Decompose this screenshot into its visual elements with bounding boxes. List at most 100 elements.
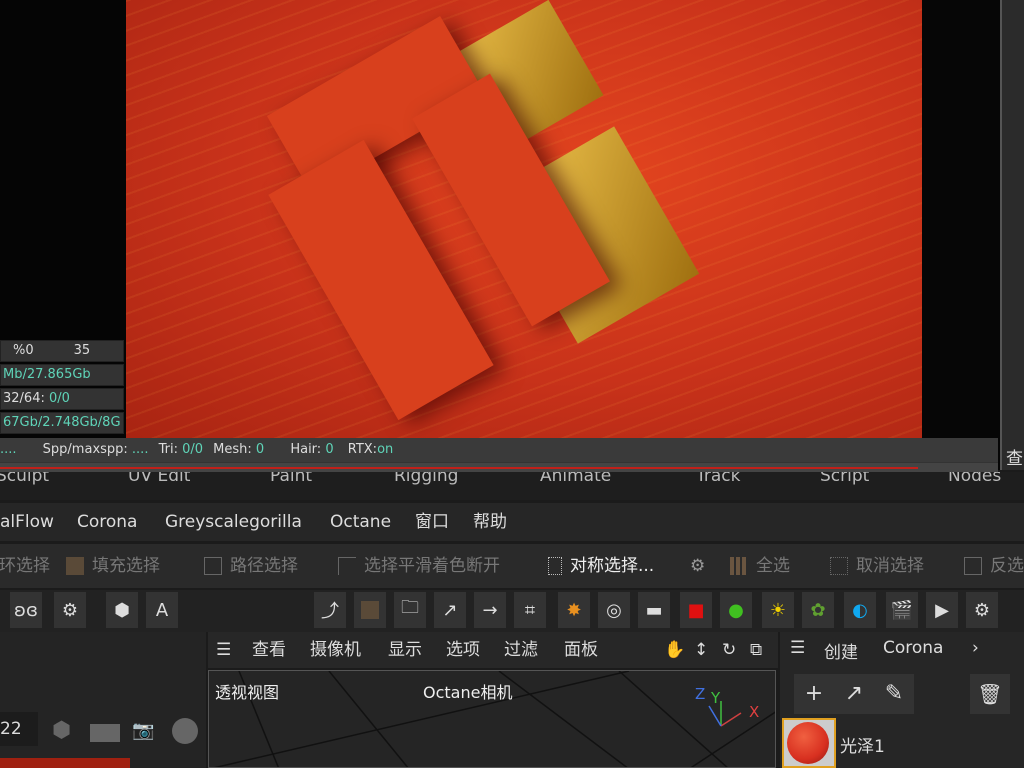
3d-viewport[interactable]: 透视视图 Octane相机 Z Y X [208,670,776,768]
menu-panel[interactable]: 面板 [564,632,598,668]
menu-help[interactable]: 帮助 [473,503,507,541]
status-value: .... [131,442,149,457]
panel-label: 查 [1006,449,1023,469]
menu-realflow[interactable]: alFlow [0,503,54,541]
menu-camera[interactable]: 摄像机 [310,632,361,668]
add-icon[interactable]: + [805,674,823,714]
status-value: 0/0 [182,442,204,457]
render-status-bar: .... Spp/maxspp: .... Tri: 0/0 Mesh: 0 H… [0,438,998,462]
frame-field[interactable]: 22 [0,712,38,746]
pan-hand-icon[interactable]: ✋ [664,632,685,668]
phong-break-select-button[interactable]: 选择平滑着色断开 [338,544,500,588]
contrast-icon[interactable]: ◐ [844,592,876,628]
tab-uv-edit[interactable]: UV Edit [128,472,190,486]
tab-track[interactable]: Track [696,472,740,486]
menu-corona[interactable]: Corona [77,503,137,541]
path-select-icon [204,557,222,575]
left-info-panel: %0 35 Mb/27.865Gb 32/64: 0/0 67Gb/2.748Gb… [0,0,126,438]
hamburger-icon[interactable]: ☰ [216,632,231,668]
button-label: 对称选择... [570,556,655,576]
loop-select-button[interactable]: 循环选择 [0,544,50,588]
gear-icon[interactable]: ⚙ [54,592,86,628]
sphere-icon[interactable] [172,718,198,744]
camera-label[interactable]: Octane相机 [423,679,512,703]
material-name[interactable]: 光泽1 [840,732,885,757]
menu-bar: alFlow Corona Greyscalegorilla Octane 窗口… [0,503,1024,541]
frame-icon[interactable]: ⌗ [514,592,546,628]
menu-display[interactable]: 显示 [388,632,422,668]
target-icon[interactable]: ◎ [598,592,630,628]
status-label: Mesh: [213,442,256,457]
tab-rigging[interactable]: Rigging [394,472,458,486]
fill-select-button[interactable]: 填充选择 [66,544,160,588]
folder-icon[interactable]: 🗀 [394,592,426,628]
orbit-icon[interactable]: ↻ [722,632,736,668]
hexagon-icon[interactable]: ⬢ [52,718,71,743]
settings-gear-icon[interactable]: ⚙ [690,544,705,588]
material-square-icon[interactable] [354,592,386,628]
tab-script[interactable]: Script [820,472,869,486]
tab-sculpt[interactable]: Sculpt [0,472,49,486]
menu-greyscalegorilla[interactable]: Greyscalegorilla [165,503,302,541]
tab-create[interactable]: 创建 [824,638,858,663]
rotate-icon[interactable]: ⤴ [314,592,346,628]
stat-label: 32/64: [3,391,49,406]
butterfly-symmetry-icon[interactable]: ʚɞ [10,592,42,628]
menu-options[interactable]: 选项 [446,632,480,668]
menu-octane[interactable]: Octane [330,503,391,541]
layout-tabs: Sculpt UV Edit Paint Rigging Animate Tra… [0,472,1024,500]
green-sphere-icon[interactable]: ● [720,592,752,628]
side-panel: 查 [1000,0,1024,470]
clapper-icon[interactable]: 🎬 [886,592,918,628]
trash-icon[interactable]: 🗑 [970,674,1010,714]
symmetry-select-button[interactable]: 对称选择... [548,544,654,588]
explosion-icon[interactable]: ✸ [558,592,590,628]
sun-icon[interactable]: ☀ [762,592,794,628]
path-select-button[interactable]: 路径选择 [204,544,298,588]
import-icon[interactable]: → [474,592,506,628]
render-thumbnail [0,758,130,768]
cursor-icon [338,557,356,575]
hamburger-icon[interactable]: ☰ [790,638,805,658]
menu-view[interactable]: 查看 [252,632,286,668]
tab-nodes[interactable]: Nodes [948,472,1001,486]
text-a-icon[interactable]: A [146,592,178,628]
axis-x-label: X [749,703,760,721]
symmetry-icon [548,557,562,575]
menu-window[interactable]: 窗口 [415,503,449,541]
rectangle-icon[interactable] [90,724,120,742]
light-bar-icon[interactable]: ▬ [638,592,670,628]
stat-value: 0/0 [48,391,70,406]
menu-filter[interactable]: 过滤 [504,632,538,668]
tab-paint[interactable]: Paint [270,472,312,486]
camera-icon[interactable]: 📷 [132,720,154,741]
render-background [922,0,1000,470]
button-label: 选择平滑着色断开 [364,556,500,576]
scatter-icon[interactable]: ✿ [802,592,834,628]
render-play-icon[interactable]: ▶ [926,592,958,628]
render-preview [126,0,922,438]
chevron-right-icon[interactable]: › [972,638,979,658]
material-thumbnail[interactable] [782,718,836,768]
fill-select-icon [66,557,84,575]
deselect-button[interactable]: 取消选择 [830,544,924,588]
tab-animate[interactable]: Animate [540,472,611,486]
select-all-button[interactable]: 全选 [730,544,790,588]
eye-icon[interactable]: ⬢ [106,592,138,628]
invert-select-button[interactable]: 反选 [964,544,1024,588]
status-label: Hair: [290,442,326,457]
stat-row: Mb/27.865Gb [0,364,124,386]
maximize-icon[interactable]: ⧉ [750,632,762,668]
tab-corona[interactable]: Corona [883,638,943,658]
arrow-icon[interactable]: ↗ [845,674,863,714]
move-arrows-icon[interactable]: ↕ [694,632,708,668]
icon-toolbar: ʚɞ ⚙ ⬢ A ⤴ 🗀 ↗ → ⌗ ✸ ◎ ▬ ■ ● ☀ ✿ ◐ 🎬 ▶ ⚙ [0,590,1024,632]
stat-value: %0 [13,343,34,358]
x-axis-line [720,712,742,727]
eyedropper-icon[interactable]: ✎ [885,674,903,714]
camera-icon[interactable]: ■ [680,592,712,628]
render-progress [0,462,998,472]
render-settings-icon[interactable]: ⚙ [966,592,998,628]
export-icon[interactable]: ↗ [434,592,466,628]
z-axis-line [708,705,722,727]
